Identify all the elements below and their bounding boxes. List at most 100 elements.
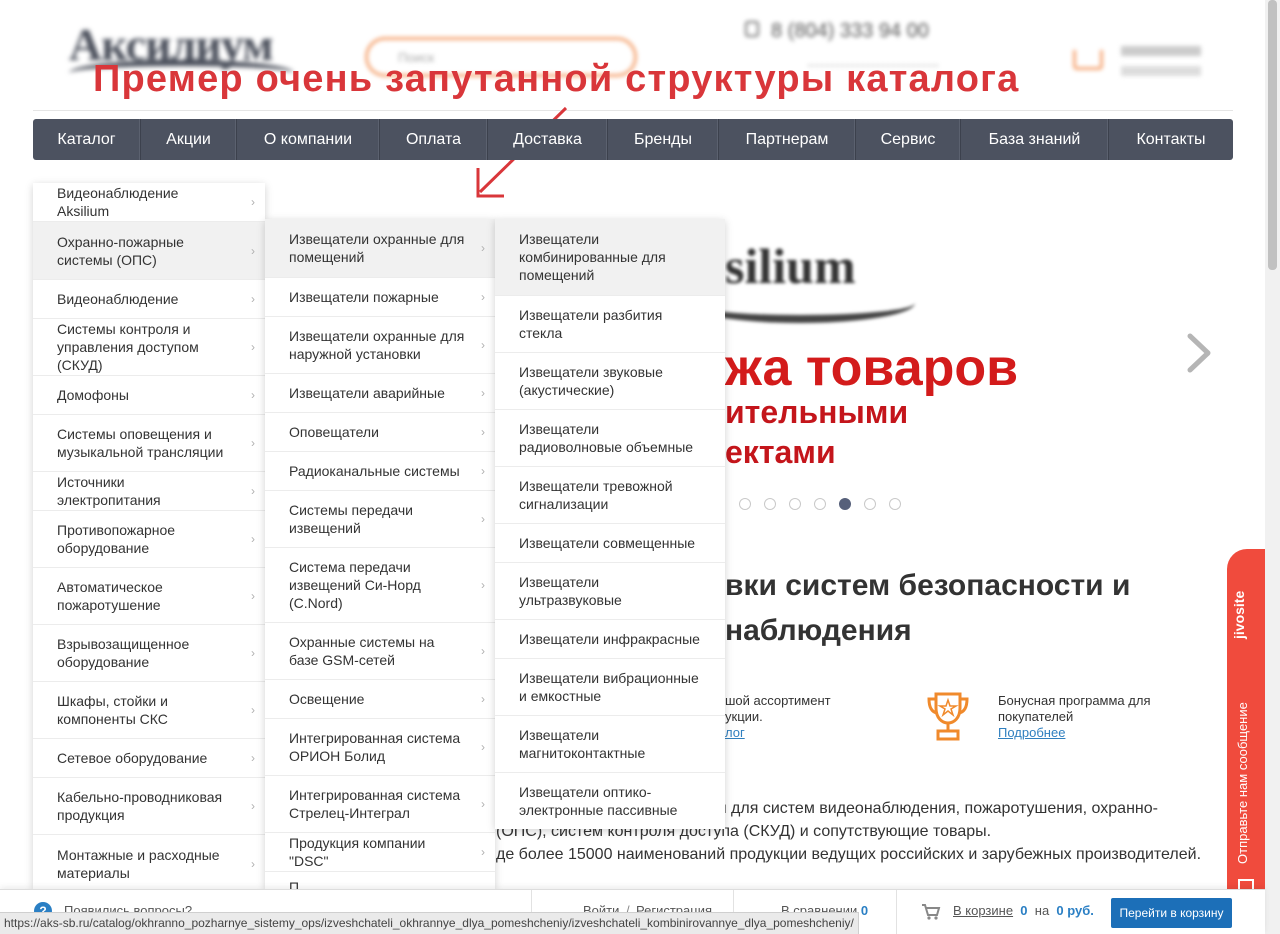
menu3-item-dual[interactable]: Извещатели совмещенные [495, 524, 725, 563]
slider-dot[interactable] [889, 498, 901, 510]
menu2-item-strelets[interactable]: Интегрированная система Стрелец-Интеграл… [265, 776, 495, 833]
menu3-item-infrared[interactable]: Извещатели инфракрасные [495, 620, 725, 659]
bonus-more-link[interactable]: Подробнее [998, 725, 1150, 741]
menu-item-label: Автоматическое пожаротушение [57, 579, 163, 613]
banner-subtitle-1: ительными [725, 394, 909, 430]
menu2-item-outdoor[interactable]: Извещатели охранные для наружной установ… [265, 317, 495, 374]
cart-icon [1073, 50, 1103, 70]
go-to-cart-button[interactable]: Перейти в корзину [1111, 898, 1232, 928]
nav-about[interactable]: О компании [237, 119, 380, 160]
chevron-right-icon: › [481, 845, 485, 859]
compare-count: 0 [860, 903, 869, 918]
menu-item-label: Оповещатели [289, 424, 379, 440]
menu1-item-network[interactable]: Сетевое оборудование › [33, 739, 265, 778]
nav-contacts[interactable]: Контакты [1109, 119, 1233, 160]
slider-dot[interactable] [814, 498, 826, 510]
cart-summary [1121, 46, 1201, 76]
menu1-item-mounting[interactable]: Монтажные и расходные материалы › [33, 835, 265, 892]
menu3-item-ultrasonic[interactable]: Извещатели ультразвуковые [495, 563, 725, 620]
slider-dot[interactable] [789, 498, 801, 510]
chevron-right-icon: › [251, 703, 255, 717]
slider-dot[interactable] [864, 498, 876, 510]
chat-widget-message: Отправьте нам сообщение [1235, 702, 1250, 864]
slider-next-icon[interactable] [1182, 332, 1216, 374]
menu-item-label: Интегрированная система ОРИОН Болид [289, 730, 461, 764]
chevron-right-icon: › [481, 644, 485, 658]
menu-item-label: Извещатели совмещенные [519, 535, 696, 551]
chevron-right-icon: › [251, 243, 255, 258]
menu-item-label: Шкафы, стойки и компоненты СКС [57, 693, 168, 727]
nav-brands[interactable]: Бренды [608, 119, 719, 160]
nav-promotions[interactable]: Акции [141, 119, 237, 160]
panel-divider [896, 890, 897, 934]
menu3-item-magnetic[interactable]: Извещатели магнитоконтактные [495, 716, 725, 773]
menu1-item-ops[interactable]: Охранно-пожарные системы (ОПС) › [33, 222, 265, 280]
chevron-right-icon: › [481, 578, 485, 592]
header-phone[interactable]: 8 (804) 333 94 00 [745, 20, 929, 43]
nav-partners[interactable]: Партнерам [719, 119, 856, 160]
menu3-item-vibration[interactable]: Извещатели вибрационные и емкостные [495, 659, 725, 716]
menu1-item-fire-extinguishing[interactable]: Автоматическое пожаротушение › [33, 568, 265, 625]
menu3-item-optical-passive[interactable]: Извещатели оптико-электронные пассивные [495, 773, 725, 829]
nav-payment[interactable]: Оплата [380, 119, 488, 160]
menu-item-label: Интегрированная система Стрелец-Интеграл [289, 787, 461, 821]
menu-item-label: Кабельно-проводниковая продукция [57, 789, 223, 823]
menu1-item-skud[interactable]: Системы контроля и управления доступом (… [33, 319, 265, 376]
header-cart[interactable] [1073, 44, 1213, 84]
annotation-title: Премер очень запутанной структуры катало… [93, 58, 1020, 100]
menu3-item-panic[interactable]: Извещатели тревожной сигнализации [495, 467, 725, 524]
nav-catalog[interactable]: Каталог [33, 119, 141, 160]
menu1-item-video-aksilium[interactable]: Видеонаблюдение Aksilium › [33, 183, 265, 222]
menu1-item-cables[interactable]: Кабельно-проводниковая продукция › [33, 778, 265, 835]
catalog-menu-level-2: Извещатели охранные для помещений › Извещ… [265, 219, 495, 895]
menu-item-label: Извещатели охранные для наружной установ… [289, 328, 465, 362]
menu1-item-intercoms[interactable]: Домофоны › [33, 376, 265, 415]
main-nav: Каталог Акции О компании Оплата Доставка… [33, 119, 1233, 160]
menu2-item-gsm[interactable]: Охранные системы на базе GSM-сетей › [265, 623, 495, 680]
menu-item-label: Извещатели разбития стекла [519, 307, 663, 341]
chevron-right-icon: › [481, 512, 485, 526]
menu3-item-acoustic[interactable]: Извещатели звуковые (акустические) [495, 353, 725, 410]
menu2-item-emergency[interactable]: Извещатели аварийные › [265, 374, 495, 413]
cart-on: на [1034, 903, 1050, 918]
menu2-item-cnord[interactable]: Система передачи извещений Си-Норд (C.No… [265, 548, 495, 623]
menu1-item-notification[interactable]: Системы оповещения и музыкальной трансля… [33, 415, 265, 472]
slider-dot-active[interactable] [839, 498, 851, 510]
chevron-right-icon: › [251, 589, 255, 603]
menu3-item-combined-indoor[interactable]: Извещатели комбинированные для помещений [495, 219, 725, 296]
nav-delivery[interactable]: Доставка [488, 119, 608, 160]
menu2-item-lighting[interactable]: Освещение › [265, 680, 495, 719]
menu2-item-radio[interactable]: Радиоканальные системы › [265, 452, 495, 491]
menu2-item-security-indoor[interactable]: Извещатели охранные для помещений › [265, 219, 495, 278]
bonus-program: Бонусная программа для покупателей Подро… [998, 693, 1150, 741]
menu-item-label: Извещатели инфракрасные [519, 631, 700, 647]
menu-item-label: Взрывозащищенное оборудование [57, 636, 190, 670]
menu1-item-power[interactable]: Источники электропитания › [33, 472, 265, 511]
menu-item-label: Продукция компании "DSC" [289, 835, 426, 869]
scrollbar-thumb[interactable] [1268, 0, 1277, 270]
menu2-item-orion[interactable]: Интегрированная система ОРИОН Болид › [265, 719, 495, 776]
menu1-item-explosion-proof[interactable]: Взрывозащищенное оборудование › [33, 625, 265, 682]
menu-item-label: Извещатели комбинированные для помещений [519, 231, 666, 283]
menu1-item-fire-equipment[interactable]: Противопожарное оборудование › [33, 511, 265, 568]
nav-service[interactable]: Сервис [856, 119, 961, 160]
menu1-item-video[interactable]: Видеонаблюдение › [33, 280, 265, 319]
nav-knowledge-base[interactable]: База знаний [961, 119, 1109, 160]
menu2-item-transmission[interactable]: Системы передачи извещений › [265, 491, 495, 548]
menu3-item-radiowave[interactable]: Извещатели радиоволновые объемные [495, 410, 725, 467]
menu1-item-cabinets[interactable]: Шкафы, стойки и компоненты СКС › [33, 682, 265, 739]
menu2-item-dsc[interactable]: Продукция компании "DSC" › [265, 833, 495, 872]
menu2-item-annunciators[interactable]: Оповещатели › [265, 413, 495, 452]
cart-summary[interactable]: В корзине 0 на 0 руб. [953, 903, 1094, 918]
menu-item-label: Видеонаблюдение [57, 291, 179, 307]
catalog-link[interactable]: лог [725, 725, 831, 741]
menu3-item-glass-break[interactable]: Извещатели разбития стекла [495, 296, 725, 353]
chat-widget[interactable]: jivosite Отправьте нам сообщение [1227, 549, 1265, 914]
slider-dot[interactable] [739, 498, 751, 510]
menu2-item-fire-detectors[interactable]: Извещатели пожарные › [265, 278, 495, 317]
slider-dot[interactable] [764, 498, 776, 510]
feature-line-1: шой ассортимент [725, 693, 831, 708]
trophy-icon [927, 692, 969, 741]
menu-item-label: Домофоны [57, 387, 129, 403]
chevron-right-icon: › [251, 484, 255, 498]
